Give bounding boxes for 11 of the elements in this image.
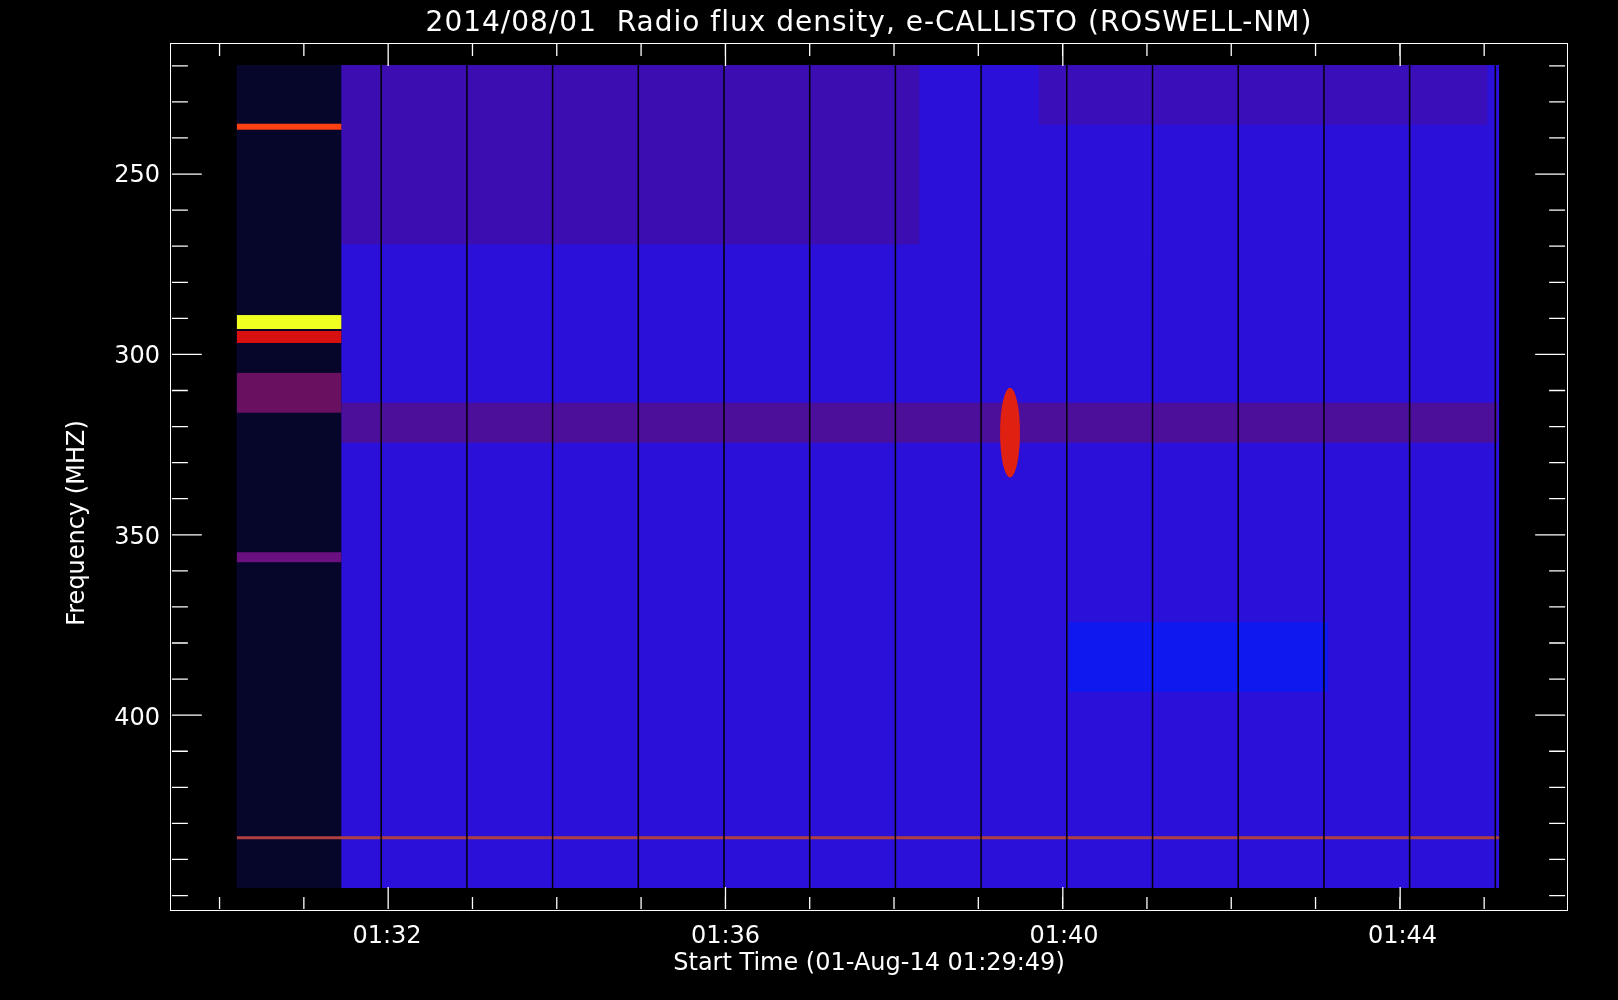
y-tick-label: 350	[114, 521, 160, 550]
y-tick-label: 300	[114, 340, 160, 369]
y-tick-label: 400	[114, 702, 160, 731]
y-tick-label: 250	[114, 159, 160, 188]
x-tick-label: 01:36	[690, 921, 761, 949]
x-tick-label: 01:40	[1029, 921, 1099, 949]
chart-title: 2014/08/01 Radio flux density, e-CALLISTO (ROSWELL-NM)	[424, 4, 1314, 40]
x-tick-label: 01:32	[352, 921, 422, 949]
y-axis-label: Frequency (MHZ)	[62, 420, 90, 626]
x-tick-label: 01:44	[1367, 921, 1438, 949]
x-axis-label: Start Time (01-Aug-14 01:29:49)	[673, 948, 1065, 976]
